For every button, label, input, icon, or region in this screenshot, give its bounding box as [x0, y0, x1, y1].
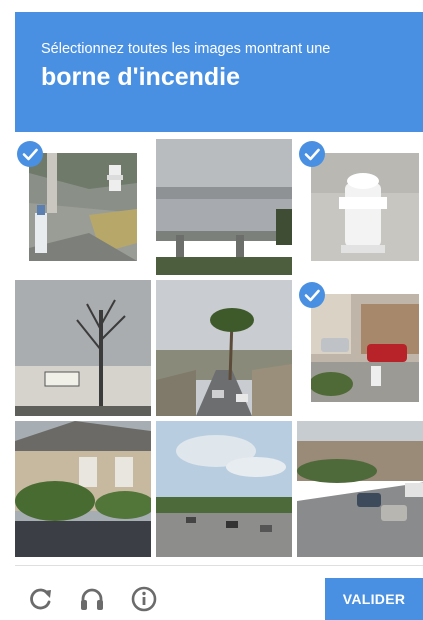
image-tile-6[interactable] — [297, 280, 423, 416]
tile-image — [311, 294, 419, 402]
target-object-text: borne d'incendie — [41, 63, 241, 91]
headphones-icon[interactable] — [78, 585, 106, 613]
checkmark-icon — [299, 141, 325, 167]
image-tile-9[interactable] — [297, 421, 423, 557]
image-tile-7[interactable] — [15, 421, 151, 557]
tile-image — [156, 139, 292, 275]
verify-button[interactable]: VALIDER — [325, 578, 423, 620]
image-tile-3[interactable] — [297, 139, 423, 275]
info-icon[interactable] — [130, 585, 158, 613]
image-tile-1[interactable] — [15, 139, 151, 275]
footer-divider — [15, 565, 423, 566]
image-grid — [15, 139, 423, 559]
image-tile-4[interactable] — [15, 280, 151, 416]
reload-icon[interactable] — [27, 585, 55, 613]
tile-image — [311, 153, 419, 261]
instruction-text: Sélectionnez toutes les images montrant … — [41, 41, 331, 57]
tile-image — [156, 421, 292, 557]
challenge-header: Sélectionnez toutes les images montrant … — [15, 12, 423, 132]
image-tile-8[interactable] — [156, 421, 292, 557]
tile-image — [29, 153, 137, 261]
tile-image — [156, 280, 292, 416]
tile-image — [297, 421, 423, 557]
tile-image — [15, 421, 151, 557]
tile-image — [15, 280, 151, 416]
image-tile-2[interactable] — [156, 139, 292, 275]
checkmark-icon — [17, 141, 43, 167]
image-tile-5[interactable] — [156, 280, 292, 416]
checkmark-icon — [299, 282, 325, 308]
